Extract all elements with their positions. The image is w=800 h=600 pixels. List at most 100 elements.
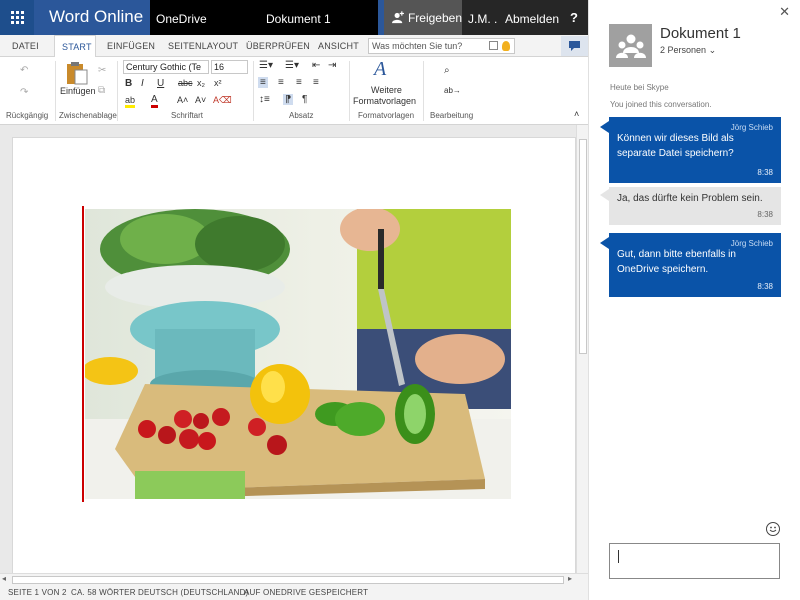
ribbon-tabs: DATEI START EINFÜGEN SEITENLAYOUT ÜBERPR… — [0, 35, 588, 58]
comment-icon — [569, 41, 580, 51]
undo-icon[interactable]: ↶ — [20, 65, 28, 76]
rtl-icon[interactable]: ¶ — [302, 94, 307, 105]
cut-icon[interactable]: ✂ — [98, 65, 106, 76]
horizontal-scrollbar[interactable]: ◂ ▸ — [0, 573, 588, 585]
bold-icon[interactable]: B — [125, 78, 132, 89]
tab-datei[interactable]: DATEI — [12, 35, 39, 57]
align-center-icon[interactable]: ≡ — [278, 77, 284, 88]
grow-font-icon[interactable]: A˄ — [177, 95, 188, 105]
strikethrough-icon[interactable]: abc — [178, 78, 193, 88]
superscript-icon[interactable]: x² — [214, 78, 222, 88]
system-message: You joined this conversation. — [610, 100, 712, 109]
conversation-date: Heute bei Skype — [610, 83, 669, 92]
status-language[interactable]: DEUTSCH (DEUTSCHLAND) — [138, 588, 248, 597]
styles-icon[interactable]: A — [374, 58, 386, 81]
more-styles-label-1[interactable]: Weitere — [371, 85, 402, 95]
message-text: Können wir dieses Bild als separate Date… — [617, 133, 734, 159]
clear-format-icon[interactable]: A⌫ — [213, 95, 232, 106]
scroll-right-icon[interactable]: ▸ — [568, 574, 572, 583]
vertical-scroll-thumb[interactable] — [579, 139, 587, 354]
document-title[interactable]: Dokument 1 — [266, 12, 331, 26]
align-left-icon[interactable]: ≡ — [258, 77, 268, 88]
clipboard-group-label: Zwischenablage — [59, 111, 117, 120]
highlight-icon[interactable]: ab — [125, 95, 136, 108]
tab-einfuegen[interactable]: EINFÜGEN — [107, 35, 155, 57]
chat-message[interactable]: Jörg Schieb Können wir dieses Bild als s… — [609, 117, 781, 183]
user-name[interactable]: J.M. . — [462, 0, 500, 35]
tab-ueberpruefen[interactable]: ÜBERPRÜFEN — [246, 35, 310, 57]
tab-ansicht[interactable]: ANSICHT — [318, 35, 359, 57]
status-saved: AUF ONEDRIVE GESPEICHERT — [244, 588, 369, 597]
find-icon[interactable]: ⌕ — [444, 65, 450, 76]
app-title[interactable]: Word Online — [49, 7, 143, 27]
app-launcher-button[interactable] — [0, 0, 34, 35]
format-painter-icon[interactable]: ⧉ — [98, 85, 105, 96]
message-time: 8:38 — [757, 168, 773, 177]
message-time: 8:38 — [757, 210, 773, 219]
shrink-font-icon[interactable]: A˅ — [195, 95, 206, 105]
horizontal-scroll-thumb[interactable] — [12, 576, 564, 584]
close-icon[interactable]: ✕ — [779, 4, 790, 20]
subscript-icon[interactable]: x₂ — [197, 78, 205, 88]
message-sender: Jörg Schieb — [730, 239, 773, 248]
collapse-ribbon-icon[interactable]: ˄ — [574, 109, 579, 119]
selection-cursor — [82, 206, 84, 502]
skype-chat-panel: ✕ Dokument 1 2 Personen ⌄ Heute bei Skyp… — [588, 0, 800, 600]
chat-message[interactable]: Jörg Schieb Gut, dann bitte ebenfalls in… — [609, 233, 781, 297]
tell-me-search[interactable]: Was möchten Sie tun? — [368, 38, 515, 54]
onedrive-link[interactable]: OneDrive — [150, 0, 378, 35]
outdent-icon[interactable]: ⇤ — [312, 60, 320, 71]
search-box-icon — [489, 41, 498, 50]
italic-icon[interactable]: I — [141, 78, 144, 89]
font-name-select[interactable]: Century Gothic (Te — [123, 60, 209, 74]
align-right-icon[interactable]: ≡ — [296, 77, 302, 88]
message-text: Gut, dann bitte ebenfalls in OneDrive sp… — [617, 249, 736, 275]
comments-button[interactable] — [561, 36, 588, 56]
font-group-label: Schriftart — [171, 111, 204, 120]
font-size-select[interactable]: 16 — [211, 60, 248, 74]
chat-message[interactable]: Ja, das dürfte kein Problem sein. 8:38 — [609, 187, 781, 225]
tab-start[interactable]: START — [54, 35, 96, 58]
bullets-icon[interactable]: ☰▾ — [259, 60, 273, 71]
underline-icon[interactable]: U — [157, 78, 164, 89]
font-size-value: 16 — [214, 62, 225, 72]
indent-icon[interactable]: ⇥ — [328, 60, 336, 71]
paragraph-group-label: Absatz — [289, 111, 314, 120]
message-text: Ja, das dürfte kein Problem sein. — [617, 193, 763, 204]
editing-group-label: Bearbeitung — [430, 111, 474, 120]
line-spacing-icon[interactable]: ↕≡ — [259, 94, 270, 105]
smiley-icon — [769, 526, 777, 532]
document-image[interactable] — [85, 209, 511, 499]
status-bar: SEITE 1 VON 2 CA. 58 WÖRTER DEUTSCH (DEU… — [0, 585, 588, 600]
paste-label[interactable]: Einfügen — [60, 86, 96, 96]
scroll-left-icon[interactable]: ◂ — [2, 574, 6, 583]
tab-seitenlayout[interactable]: SEITENLAYOUT — [168, 35, 238, 57]
signout-link[interactable]: Abmelden — [500, 0, 560, 35]
conversation-title: Dokument 1 — [660, 25, 741, 42]
numbering-icon[interactable]: ☰▾ — [285, 60, 299, 71]
share-button[interactable]: Freigeben — [384, 0, 462, 35]
participants-toggle[interactable]: 2 Personen ⌄ — [660, 45, 716, 56]
undo-group-label: Rückgängig — [6, 111, 49, 120]
chat-message-input[interactable] — [609, 543, 780, 579]
more-styles-label-2[interactable]: Formatvorlagen — [353, 96, 416, 106]
paste-icon[interactable] — [66, 61, 88, 85]
add-person-icon — [392, 10, 404, 23]
chevron-down-icon: ⌄ — [708, 45, 717, 55]
status-page[interactable]: SEITE 1 VON 2 — [8, 588, 67, 597]
justify-icon[interactable]: ≡ — [313, 77, 319, 88]
font-name-value: Century Gothic (Te — [126, 62, 202, 72]
group-people-icon — [615, 34, 646, 58]
replace-icon[interactable]: ab→ — [444, 86, 461, 95]
kitchen-photo — [85, 209, 511, 499]
status-words[interactable]: CA. 58 WÖRTER — [71, 588, 136, 597]
share-label: Freigeben — [407, 10, 462, 25]
message-sender: Jörg Schieb — [730, 123, 773, 132]
help-button[interactable]: ? — [560, 0, 588, 35]
vertical-scrollbar[interactable] — [576, 125, 588, 573]
font-color-icon[interactable]: A — [151, 94, 158, 108]
ltr-icon[interactable]: ⁋ — [283, 94, 294, 105]
redo-icon[interactable]: ↷ — [20, 87, 28, 98]
styles-group-label: Formatvorlagen — [358, 111, 415, 120]
emoji-button[interactable] — [766, 522, 780, 536]
